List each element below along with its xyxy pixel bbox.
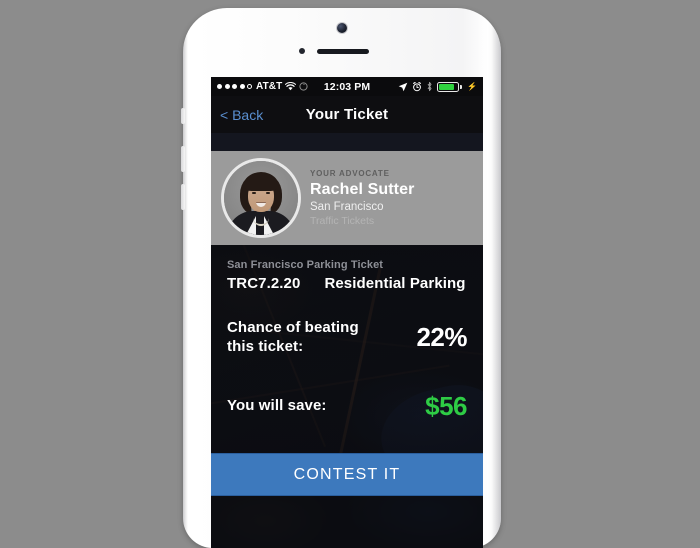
chance-label-line1: Chance of beating	[227, 319, 359, 336]
earpiece-speaker	[317, 49, 369, 54]
iphone-device-frame: AT&T 12:03 PM ⚡ < Back Your Ticket YOUR …	[181, 8, 501, 548]
advocate-card[interactable]: YOUR ADVOCATE Rachel Sutter San Francisc…	[211, 151, 483, 245]
navigation-bar: < Back Your Ticket	[211, 96, 483, 133]
status-bar-right: ⚡	[370, 81, 477, 92]
chance-label-line2: this ticket:	[227, 337, 304, 355]
back-button[interactable]: < Back	[220, 107, 263, 123]
signal-strength-icon	[217, 84, 252, 89]
ticket-violation: Residential Parking	[324, 275, 466, 292]
chance-row: Chance of beating this ticket: 22%	[211, 319, 483, 357]
clock-label: 12:03 PM	[323, 80, 371, 93]
chance-label: Chance of beating this ticket:	[227, 319, 359, 357]
battery-icon	[437, 81, 462, 92]
proximity-sensor-icon	[299, 48, 305, 54]
volume-down-button[interactable]	[181, 184, 185, 210]
advocate-details: YOUR ADVOCATE Rachel Sutter San Francisc…	[310, 169, 414, 227]
advocate-practice-area: Traffic Tickets	[310, 214, 375, 227]
savings-value: $56	[425, 390, 467, 421]
map-background-bottom	[211, 496, 483, 548]
phone-screen: AT&T 12:03 PM ⚡ < Back Your Ticket YOUR …	[211, 77, 483, 548]
savings-label: You will save:	[227, 396, 327, 414]
ticket-jurisdiction: San Francisco Parking Ticket	[227, 259, 384, 271]
savings-row: You will save: $56	[211, 391, 483, 422]
screenshot-scene: AT&T 12:03 PM ⚡ < Back Your Ticket YOUR …	[0, 0, 700, 548]
ticket-code: TRC7.2.20	[227, 275, 301, 292]
rotation-lock-icon	[299, 82, 308, 91]
advocate-label: YOUR ADVOCATE	[310, 169, 390, 179]
nav-bar-spacer	[211, 133, 483, 151]
lightning-bolt-icon: ⚡	[466, 82, 478, 91]
location-arrow-icon	[398, 82, 408, 92]
carrier-label: AT&T	[256, 81, 283, 92]
advocate-city: San Francisco	[310, 200, 384, 213]
silent-switch[interactable]	[181, 108, 185, 124]
alarm-clock-icon	[412, 81, 422, 92]
chance-value: 22%	[416, 322, 467, 353]
ticket-summary: San Francisco Parking Ticket TRC7.2.20 R…	[211, 245, 483, 292]
advocate-photo	[224, 161, 298, 235]
bluetooth-icon	[426, 81, 433, 92]
wifi-icon	[285, 82, 297, 91]
status-bar-center: 12:03 PM	[324, 81, 370, 93]
ticket-details-panel: San Francisco Parking Ticket TRC7.2.20 R…	[211, 245, 483, 453]
status-bar: AT&T 12:03 PM ⚡	[211, 77, 483, 96]
status-bar-left: AT&T	[217, 81, 324, 92]
advocate-name: Rachel Sutter	[310, 181, 415, 199]
ticket-code-row: TRC7.2.20 Residential Parking	[227, 275, 467, 292]
contest-it-button[interactable]: CONTEST IT	[211, 453, 483, 496]
front-camera-icon	[337, 23, 347, 33]
volume-up-button[interactable]	[181, 146, 185, 172]
